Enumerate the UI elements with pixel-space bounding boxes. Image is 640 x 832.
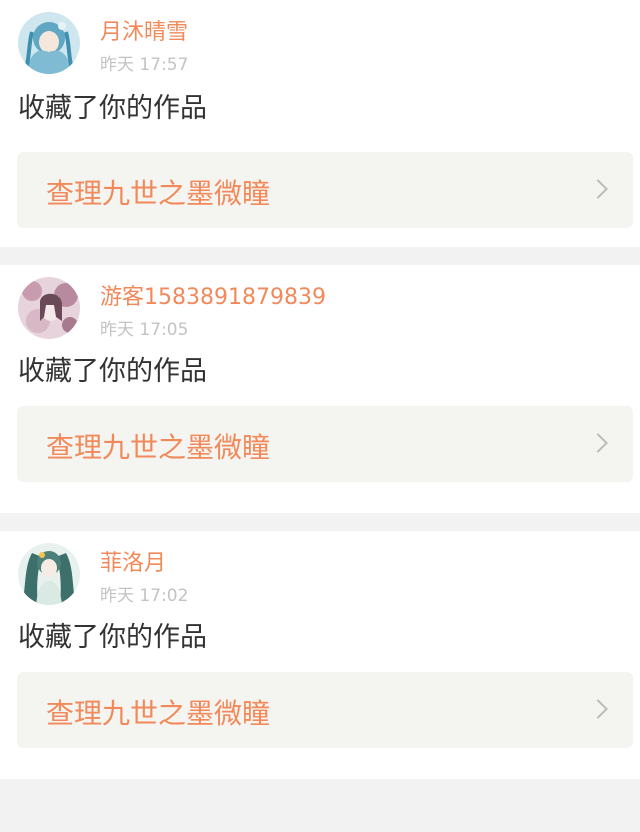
work-title: 查理九世之墨微瞳 bbox=[46, 431, 271, 464]
username[interactable]: 月沐晴雪 bbox=[100, 14, 188, 46]
activity-header: 月沐晴雪 昨天 17:57 bbox=[18, 12, 622, 76]
work-link[interactable]: 查理九世之墨微瞳 bbox=[17, 152, 633, 228]
activity-text: 收藏了你的作品 bbox=[18, 93, 207, 124]
work-link[interactable]: 查理九世之墨微瞳 bbox=[17, 406, 633, 482]
activity-header: 游客1583891879839 昨天 17:05 bbox=[18, 277, 622, 341]
activity-card: 菲洛月 昨天 17:02 收藏了你的作品 查理九世之墨微瞳 bbox=[0, 531, 640, 779]
chevron-right-icon bbox=[588, 433, 608, 453]
work-title: 查理九世之墨微瞳 bbox=[46, 177, 271, 210]
activity-card: 游客1583891879839 昨天 17:05 收藏了你的作品 查理九世之墨微… bbox=[0, 265, 640, 513]
username[interactable]: 游客1583891879839 bbox=[100, 279, 326, 311]
chevron-right-icon bbox=[588, 179, 608, 199]
timestamp: 昨天 17:57 bbox=[100, 55, 189, 75]
anime-girl-avatar-icon bbox=[18, 277, 80, 339]
anime-girl-avatar-icon bbox=[18, 12, 80, 74]
timestamp: 昨天 17:02 bbox=[100, 586, 189, 606]
timestamp: 昨天 17:05 bbox=[100, 320, 189, 340]
work-title: 查理九世之墨微瞳 bbox=[46, 697, 271, 730]
username[interactable]: 菲洛月 bbox=[100, 545, 166, 577]
avatar[interactable] bbox=[18, 12, 80, 74]
activity-header: 菲洛月 昨天 17:02 bbox=[18, 543, 622, 607]
avatar[interactable] bbox=[18, 543, 80, 605]
activity-text: 收藏了你的作品 bbox=[18, 356, 207, 387]
chevron-right-icon bbox=[588, 699, 608, 719]
work-link[interactable]: 查理九世之墨微瞳 bbox=[17, 672, 633, 748]
activity-feed: 月沐晴雪 昨天 17:57 收藏了你的作品 查理九世之墨微瞳 游客1583891… bbox=[0, 0, 640, 779]
avatar[interactable] bbox=[18, 277, 80, 339]
activity-text: 收藏了你的作品 bbox=[18, 622, 207, 653]
anime-girl-avatar-icon bbox=[18, 543, 80, 605]
activity-card: 月沐晴雪 昨天 17:57 收藏了你的作品 查理九世之墨微瞳 bbox=[0, 0, 640, 247]
